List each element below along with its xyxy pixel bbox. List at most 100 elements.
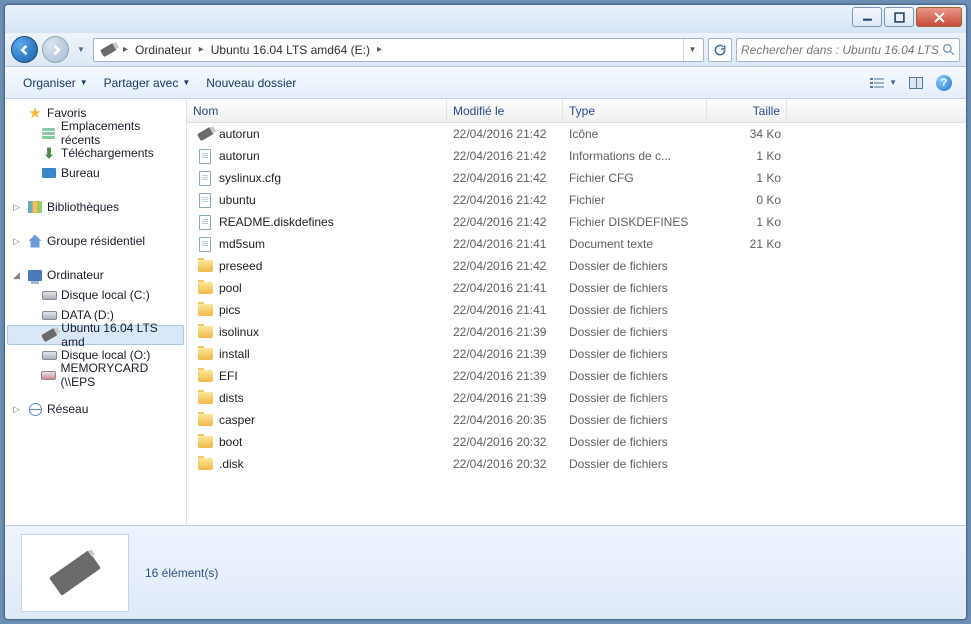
file-size: 1 Ko xyxy=(707,171,787,185)
file-row[interactable]: install22/04/2016 21:39Dossier de fichie… xyxy=(187,343,966,365)
file-list: autorun22/04/2016 21:42Icône34 Ko autorun… xyxy=(187,123,966,525)
file-date: 22/04/2016 21:41 xyxy=(447,303,563,317)
file-name: install xyxy=(219,347,250,361)
file-row[interactable]: .disk22/04/2016 20:32Dossier de fichiers xyxy=(187,453,966,475)
column-size[interactable]: Taille xyxy=(707,99,787,122)
column-type[interactable]: Type xyxy=(563,99,707,122)
file-row[interactable]: ubuntu22/04/2016 21:42Fichier0 Ko xyxy=(187,189,966,211)
file-row[interactable]: boot22/04/2016 20:32Dossier de fichiers xyxy=(187,431,966,453)
drive-icon xyxy=(41,347,57,363)
file-date: 22/04/2016 21:39 xyxy=(447,325,563,339)
sidebar-computer[interactable]: ◢Ordinateur xyxy=(5,265,186,285)
file-row[interactable]: EFI22/04/2016 21:39Dossier de fichiers xyxy=(187,365,966,387)
address-dropdown[interactable]: ▼ xyxy=(683,39,701,61)
file-row[interactable]: syslinux.cfg 22/04/2016 21:42Fichier CFG1… xyxy=(187,167,966,189)
file-type: Dossier de fichiers xyxy=(563,281,707,295)
sidebar-label: DATA (D:) xyxy=(61,308,114,322)
file-row[interactable]: isolinux22/04/2016 21:39Dossier de fichi… xyxy=(187,321,966,343)
file-name: syslinux.cfg xyxy=(219,171,281,185)
file-icon xyxy=(197,236,213,252)
file-name: autorun xyxy=(219,149,260,163)
file-list-pane: Nom Modifié le Type Taille autorun22/04/… xyxy=(187,99,966,525)
file-name: boot xyxy=(219,435,242,449)
file-row[interactable]: md5sum22/04/2016 21:41Document texte21 K… xyxy=(187,233,966,255)
file-size: 21 Ko xyxy=(707,237,787,251)
titlebar xyxy=(5,5,966,33)
breadcrumb-drive[interactable]: Ubuntu 16.04 LTS amd64 (E:) xyxy=(207,39,374,61)
address-bar[interactable]: ▸ Ordinateur ▸ Ubuntu 16.04 LTS amd64 (E… xyxy=(93,38,704,62)
file-date: 22/04/2016 20:32 xyxy=(447,435,563,449)
sidebar-homegroup[interactable]: ▷Groupe résidentiel xyxy=(5,231,186,251)
file-row[interactable]: autorun22/04/2016 21:42Icône34 Ko xyxy=(187,123,966,145)
file-type: Fichier DISKDEFINES xyxy=(563,215,707,229)
homegroup-icon xyxy=(27,233,43,249)
folder-icon xyxy=(197,346,213,362)
usb-icon xyxy=(100,42,116,58)
explorer-window: ▼ ▸ Ordinateur ▸ Ubuntu 16.04 LTS amd64 … xyxy=(4,4,967,620)
folder-icon xyxy=(197,456,213,472)
toolbar: Organiser▼ Partager avec▼ Nouveau dossie… xyxy=(5,67,966,99)
column-modified[interactable]: Modifié le xyxy=(447,99,563,122)
file-type: Fichier CFG xyxy=(563,171,707,185)
column-name[interactable]: Nom xyxy=(187,99,447,122)
file-type: Dossier de fichiers xyxy=(563,369,707,383)
search-input[interactable] xyxy=(741,43,942,57)
file-row[interactable]: README.diskdefines22/04/2016 21:42Fichie… xyxy=(187,211,966,233)
preview-pane-button[interactable] xyxy=(904,71,928,95)
file-row[interactable]: casper22/04/2016 20:35Dossier de fichier… xyxy=(187,409,966,431)
sidebar-drive-c[interactable]: Disque local (C:) xyxy=(5,285,186,305)
file-size: 1 Ko xyxy=(707,215,787,229)
sidebar-label: Ubuntu 16.04 LTS amd xyxy=(61,321,179,349)
file-row[interactable]: pics22/04/2016 21:41Dossier de fichiers xyxy=(187,299,966,321)
folder-icon xyxy=(197,280,213,296)
forward-button[interactable] xyxy=(42,36,69,63)
chevron-right-icon[interactable]: ▸ xyxy=(196,44,207,55)
sidebar-drive-memorycard[interactable]: MEMORYCARD (\\EPS xyxy=(5,365,186,385)
organize-button[interactable]: Organiser▼ xyxy=(15,72,96,94)
file-type: Dossier de fichiers xyxy=(563,457,707,471)
details-pane: 16 élément(s) xyxy=(5,525,966,619)
file-row[interactable]: pool22/04/2016 21:41Dossier de fichiers xyxy=(187,277,966,299)
file-icon xyxy=(197,214,213,230)
file-row[interactable]: preseed22/04/2016 21:42Dossier de fichie… xyxy=(187,255,966,277)
file-date: 22/04/2016 21:42 xyxy=(447,127,563,141)
sidebar-recent-places[interactable]: Emplacements récents xyxy=(5,123,186,143)
chevron-right-icon[interactable]: ▸ xyxy=(374,44,385,55)
breadcrumb-computer[interactable]: Ordinateur xyxy=(131,39,196,61)
drive-icon xyxy=(41,367,56,383)
file-name: dists xyxy=(219,391,244,405)
share-button[interactable]: Partager avec▼ xyxy=(96,72,199,94)
help-button[interactable]: ? xyxy=(932,71,956,95)
file-row[interactable]: autorun22/04/2016 21:42Informations de c… xyxy=(187,145,966,167)
history-dropdown[interactable]: ▼ xyxy=(73,40,89,60)
file-icon xyxy=(197,148,213,164)
file-date: 22/04/2016 21:39 xyxy=(447,391,563,405)
file-date: 22/04/2016 20:35 xyxy=(447,413,563,427)
file-type: Icône xyxy=(563,127,707,141)
file-date: 22/04/2016 21:42 xyxy=(447,171,563,185)
maximize-button[interactable] xyxy=(884,7,914,27)
file-date: 22/04/2016 20:32 xyxy=(447,457,563,471)
file-type: Dossier de fichiers xyxy=(563,391,707,405)
file-row[interactable]: dists 22/04/2016 21:39Dossier de fichiers xyxy=(187,387,966,409)
refresh-button[interactable] xyxy=(708,38,732,62)
search-box[interactable] xyxy=(736,38,960,62)
chevron-right-icon[interactable]: ▸ xyxy=(120,44,131,55)
sidebar-label: Bureau xyxy=(61,166,100,180)
sidebar-libraries[interactable]: ▷Bibliothèques xyxy=(5,197,186,217)
minimize-button[interactable] xyxy=(852,7,882,27)
sidebar-label: Réseau xyxy=(47,402,88,416)
new-folder-button[interactable]: Nouveau dossier xyxy=(198,72,304,94)
back-button[interactable] xyxy=(11,36,38,63)
desktop-icon xyxy=(41,165,57,181)
file-date: 22/04/2016 21:42 xyxy=(447,149,563,163)
view-mode-button[interactable]: ▼ xyxy=(866,74,900,92)
file-name: pool xyxy=(219,281,242,295)
sidebar-drive-e[interactable]: Ubuntu 16.04 LTS amd xyxy=(7,325,184,345)
file-date: 22/04/2016 21:39 xyxy=(447,347,563,361)
sidebar-label: Téléchargements xyxy=(61,146,154,160)
close-button[interactable] xyxy=(916,7,962,27)
sidebar-desktop[interactable]: Bureau xyxy=(5,163,186,183)
sidebar-network[interactable]: ▷Réseau xyxy=(5,399,186,419)
sidebar-label: Bibliothèques xyxy=(47,200,119,214)
